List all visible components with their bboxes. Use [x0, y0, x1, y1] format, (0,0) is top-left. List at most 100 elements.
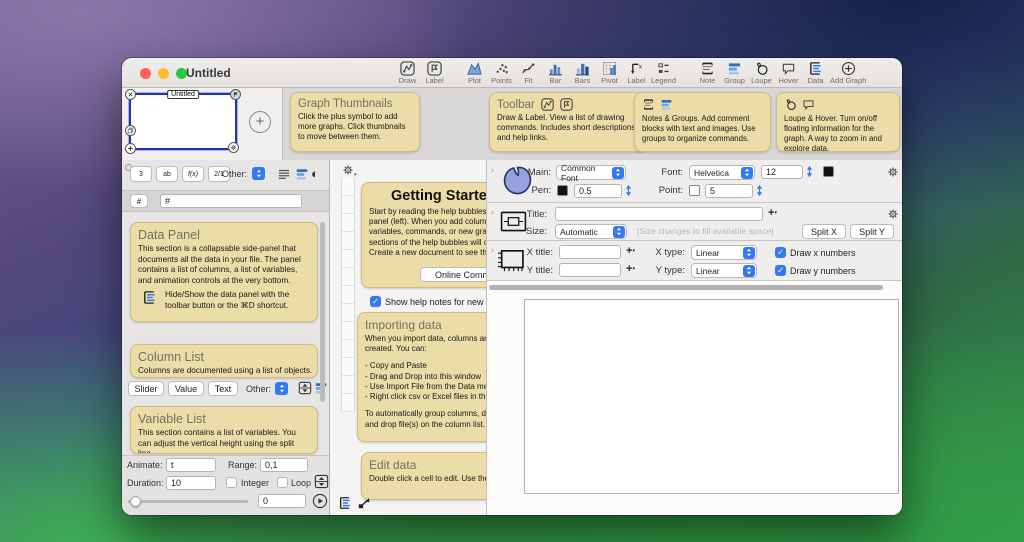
split-panel-icon[interactable] — [314, 474, 329, 494]
note-body: Click the plus symbol to add more graphs… — [298, 112, 406, 142]
graph-title-field[interactable] — [555, 207, 763, 221]
horizontal-scrollbar[interactable] — [489, 285, 883, 290]
draw-icon — [541, 98, 554, 111]
help-note-getting-started: Getting Started Start by reading the hel… — [361, 182, 486, 288]
style-gear-icon[interactable] — [887, 165, 899, 183]
disclosure-chevron-icon[interactable]: › — [491, 245, 494, 255]
toolbar-button-legend[interactable]: Legend — [650, 59, 677, 85]
delete-graph-icon[interactable] — [125, 89, 136, 100]
play-button[interactable] — [312, 493, 328, 514]
toolbar-button-pivot[interactable]: Pivot — [596, 59, 623, 85]
online-community-button[interactable]: Online Community — [420, 267, 486, 282]
text-column-button[interactable]: Text — [208, 381, 238, 396]
toolbar-button-label[interactable]: Label — [421, 59, 448, 85]
detach-panel-icon[interactable] — [357, 496, 371, 515]
y-type-dropdown[interactable]: Linear — [691, 263, 757, 278]
main-font-dropdown[interactable]: Common Font — [556, 163, 626, 183]
minimize-window-button[interactable] — [158, 68, 169, 79]
toolbar-button-note[interactable]: Note — [694, 59, 721, 85]
range-field[interactable]: 0,1 — [260, 458, 308, 472]
toolbar-button-bar[interactable]: Bar — [542, 59, 569, 85]
toolbar-button-hover[interactable]: Hover — [775, 59, 802, 85]
animate-field[interactable]: t — [166, 458, 216, 472]
other-button-dropdown[interactable] — [275, 382, 288, 395]
command-column: ▾ Getting Started Start by reading the h… — [330, 160, 487, 515]
toolbar-button-loupe[interactable]: Loupe — [748, 59, 775, 85]
range-label: Range: — [228, 460, 258, 470]
list-view-toggle[interactable] — [275, 166, 292, 182]
toolbar-button-points[interactable]: Points — [488, 59, 515, 85]
contrast-icon[interactable]: ◐ — [311, 166, 319, 182]
disclosure-chevron-icon[interactable]: › — [491, 207, 494, 217]
show-help-notes-checkbox[interactable]: ✓ — [370, 296, 381, 307]
draw-y-numbers-label: Draw y numbers — [790, 266, 856, 276]
split-y-button[interactable]: Split Y — [850, 224, 894, 239]
toolbar-button-plot[interactable]: Plot — [461, 59, 488, 85]
toolbar-button-data[interactable]: Data — [802, 59, 829, 85]
note-line: - Copy and Paste — [365, 361, 427, 371]
point-size-stepper[interactable] — [756, 184, 763, 202]
toolbar-button-draw[interactable]: Draw — [394, 59, 421, 85]
column-name-field[interactable]: # — [160, 194, 302, 208]
slider-knob[interactable] — [130, 496, 141, 507]
integer-checkbox[interactable] — [226, 477, 237, 488]
duration-field[interactable]: 10 — [166, 476, 216, 490]
graph-settings-gear-icon[interactable] — [228, 142, 239, 153]
pen-width-field[interactable]: 0.5 — [574, 184, 622, 198]
pen-width-stepper[interactable] — [625, 184, 632, 202]
add-graph-corner-icon[interactable] — [125, 143, 136, 154]
column-row[interactable]: # # — [122, 190, 329, 212]
other-column-dropdown[interactable] — [252, 167, 265, 180]
x-title-field[interactable] — [559, 245, 621, 259]
animation-value-field[interactable]: 0 — [258, 494, 306, 508]
animation-slider[interactable] — [128, 496, 248, 507]
graph-canvas[interactable] — [487, 281, 902, 515]
toolbar-button-add-graph[interactable]: Add Graph — [829, 59, 867, 85]
plot-frame[interactable] — [524, 299, 899, 494]
toolbar-button-axis-label[interactable]: Label — [623, 59, 650, 85]
toolbar-button-group[interactable]: Group — [721, 59, 748, 85]
size-dropdown[interactable]: Automatic — [555, 224, 627, 239]
x-type-dropdown[interactable]: Linear — [691, 245, 757, 260]
font-color-swatch[interactable] — [823, 166, 834, 177]
toolbar-button-fit[interactable]: Fit — [515, 59, 542, 85]
left-panel-scrollbar[interactable] — [320, 222, 325, 402]
add-number-column-button[interactable]: 3 — [130, 166, 152, 182]
command-list-gutter[interactable] — [341, 178, 355, 412]
draw-x-numbers-label: Draw x numbers — [790, 248, 856, 258]
flag-graph-icon[interactable] — [230, 89, 241, 100]
title-gear-icon[interactable] — [887, 207, 899, 225]
title-add-button[interactable]: +▾ — [768, 208, 777, 219]
x-title-add-button[interactable]: +▾ — [626, 246, 635, 257]
y-title-field[interactable] — [559, 263, 621, 277]
draw-x-numbers-checkbox[interactable]: ✓ — [775, 247, 786, 258]
loop-checkbox[interactable] — [277, 477, 288, 488]
duplicate-graph-icon[interactable] — [125, 125, 136, 136]
add-expression-column-button[interactable]: f(x) — [182, 166, 204, 182]
y-title-add-button[interactable]: +▾ — [626, 264, 635, 275]
graph-thumbnail[interactable]: Untitled — [125, 89, 241, 154]
font-dropdown[interactable]: Helvetica — [689, 165, 755, 180]
disclosure-chevron-icon[interactable]: › — [491, 165, 494, 175]
split-x-button[interactable]: Split X — [802, 224, 846, 239]
font-size-field[interactable]: 12 — [761, 165, 803, 179]
draw-y-numbers-checkbox[interactable]: ✓ — [775, 265, 786, 276]
add-text-column-button[interactable]: ab — [156, 166, 178, 182]
toolbar-button-bars[interactable]: Bars — [569, 59, 596, 85]
font-label: Font: — [661, 167, 683, 178]
group-icon — [660, 98, 673, 111]
close-window-button[interactable] — [140, 68, 151, 79]
point-color-swatch[interactable] — [689, 185, 700, 196]
column-split-icon[interactable] — [298, 381, 312, 400]
hash-column-icon[interactable]: # — [130, 194, 148, 208]
help-note-edit-data: Edit data Double click a cell to edit. U… — [361, 452, 486, 500]
slider-column-button[interactable]: Slider — [128, 381, 164, 396]
toggle-data-panel-icon[interactable] — [338, 496, 352, 515]
legend-icon — [656, 61, 671, 76]
value-column-button[interactable]: Value — [168, 381, 204, 396]
block-view-toggle[interactable] — [293, 166, 310, 182]
pen-color-swatch[interactable] — [557, 185, 568, 196]
point-size-field[interactable]: 5 — [705, 184, 753, 198]
add-graph-plus-button[interactable]: + — [249, 111, 271, 133]
font-size-stepper[interactable] — [806, 165, 813, 183]
